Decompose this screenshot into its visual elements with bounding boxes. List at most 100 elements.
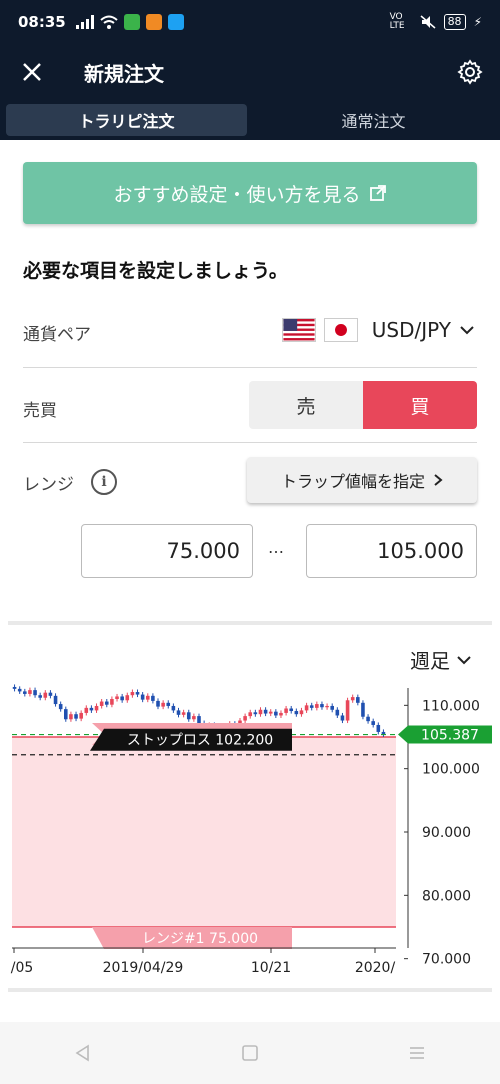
chart-top-border xyxy=(8,621,492,625)
sell-button[interactable]: 売 xyxy=(249,381,363,429)
chart-bottom-border xyxy=(8,988,492,992)
external-link-icon xyxy=(369,185,386,201)
charging-icon: ⚡ xyxy=(473,15,482,29)
recommend-settings-button[interactable]: おすすめ設定・使い方を見る xyxy=(23,162,477,224)
chart-period-select[interactable]: 週足 xyxy=(410,645,472,674)
x-tick-label: 2020/ xyxy=(355,960,396,976)
close-button[interactable] xyxy=(0,44,64,100)
candle-body xyxy=(376,724,381,732)
candle-body xyxy=(243,716,247,721)
candle-body xyxy=(171,705,176,711)
range-separator: … xyxy=(268,538,284,557)
nav-home-button[interactable] xyxy=(220,1033,280,1073)
candle-body xyxy=(299,710,304,715)
status-time: 08:35 xyxy=(18,13,66,31)
nav-menu-button[interactable] xyxy=(387,1033,447,1073)
candle-body xyxy=(115,696,119,699)
current-price-label: 105.387 xyxy=(421,728,479,744)
mute-icon xyxy=(420,15,436,29)
candle-body xyxy=(58,704,63,710)
candle-body xyxy=(110,699,114,705)
currency-pair-select[interactable]: USD/JPY xyxy=(281,312,475,348)
candle-body xyxy=(28,690,32,694)
candle-body xyxy=(253,712,258,715)
y-tick-label: 110.000 xyxy=(422,698,480,714)
range-area xyxy=(12,737,396,927)
candle-body xyxy=(140,694,145,700)
range-label: レンジ xyxy=(23,475,74,495)
japan-flag-icon xyxy=(323,318,358,342)
buy-button[interactable]: 買 xyxy=(363,381,477,429)
back-triangle-icon xyxy=(75,1044,90,1062)
range-bottom-label: レンジ#1 75.000 xyxy=(142,931,258,947)
menu-lines-icon xyxy=(409,1047,424,1059)
twitter-app-icon xyxy=(167,14,184,30)
candle-body xyxy=(156,700,160,707)
y-tick-label: 80.000 xyxy=(422,888,471,904)
candle-body xyxy=(356,697,360,703)
us-flag-icon xyxy=(281,318,316,342)
battery-indicator: 88 xyxy=(443,14,466,30)
candle-body xyxy=(17,688,22,692)
candle-body xyxy=(176,710,181,715)
candle-body xyxy=(325,705,329,708)
wifi-icon xyxy=(100,15,118,29)
page-title: 新規注文 xyxy=(84,61,164,86)
candle-body xyxy=(43,692,48,698)
candle-body xyxy=(181,712,186,715)
candle-body xyxy=(309,705,314,708)
candle-body xyxy=(350,697,355,701)
candle-body xyxy=(161,702,165,707)
candle-body xyxy=(99,701,104,706)
candle-body xyxy=(79,712,83,719)
candle-body xyxy=(151,695,155,701)
price-chart[interactable]: レンジ#2 105.000ストップロス 102.200レンジ#1 75.0001… xyxy=(0,680,500,980)
candle-body xyxy=(130,692,135,696)
divider xyxy=(23,367,477,368)
candle-body xyxy=(135,692,140,695)
system-nav-bar xyxy=(0,1022,500,1084)
candle-body xyxy=(258,709,263,715)
info-icon[interactable]: i xyxy=(91,469,117,495)
candle-body xyxy=(320,704,324,708)
tab-trarepi-order[interactable]: トラリピ注文 xyxy=(6,104,247,136)
settings-button[interactable] xyxy=(450,52,490,92)
stoploss-label: ストップロス 102.200 xyxy=(127,733,273,749)
candle-body xyxy=(335,709,340,716)
range-high-input[interactable] xyxy=(306,524,477,578)
trade-direction-toggle: 売 買 xyxy=(249,381,477,429)
candle-body xyxy=(64,709,68,720)
candle-body xyxy=(33,690,37,696)
order-type-tabs: トラリピ注文 通常注文 xyxy=(0,100,500,140)
y-tick-label: 90.000 xyxy=(422,825,471,841)
nav-back-button[interactable] xyxy=(53,1033,113,1073)
candle-body xyxy=(366,716,370,722)
signal-icon xyxy=(75,15,94,29)
tab-normal-order[interactable]: 通常注文 xyxy=(253,104,494,136)
trap-width-label: トラップ値幅を指定 xyxy=(280,472,425,491)
trade-direction-label: 売買 xyxy=(23,401,57,421)
volte-indicator: VO LTE xyxy=(389,12,405,31)
candle-body xyxy=(74,714,78,719)
line-app-icon xyxy=(123,14,140,30)
app-bar: 新規注文 xyxy=(0,44,500,100)
range-low-input[interactable] xyxy=(81,524,253,578)
status-icons xyxy=(75,14,184,30)
candle-body xyxy=(371,721,375,725)
candle-body xyxy=(263,709,268,714)
candle-body xyxy=(125,695,130,701)
candle-body xyxy=(284,708,288,713)
candle-body xyxy=(315,704,319,708)
candle-body xyxy=(197,716,201,724)
candle-body xyxy=(38,695,42,698)
candle-body xyxy=(330,705,334,710)
candle-body xyxy=(340,715,345,721)
close-icon xyxy=(23,63,41,81)
recommend-settings-label: おすすめ設定・使い方を見る xyxy=(113,183,361,206)
candle-body xyxy=(89,707,94,711)
candle-body xyxy=(166,702,171,706)
candle-body xyxy=(104,701,109,705)
candle-body xyxy=(294,711,299,715)
trap-width-button[interactable]: トラップ値幅を指定 xyxy=(247,457,477,503)
candle-body xyxy=(248,712,253,717)
